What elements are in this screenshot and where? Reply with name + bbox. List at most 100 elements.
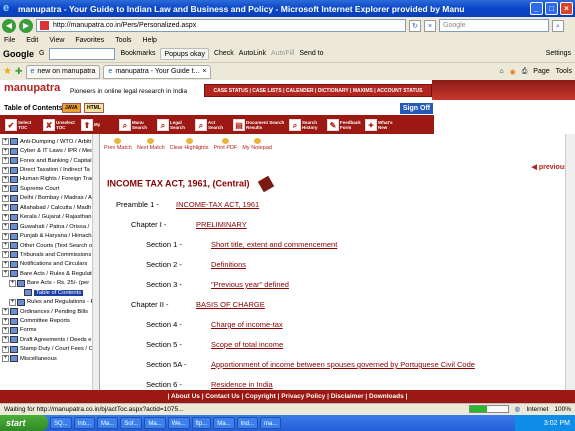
tab-close-icon[interactable]: ×: [202, 68, 206, 75]
expand-icon[interactable]: +: [2, 345, 9, 353]
site-top-menu[interactable]: CASE STATUS | CASE LISTS | CALENDER | DI…: [204, 84, 432, 97]
site-logo[interactable]: manupatra: [4, 82, 60, 94]
expand-icon[interactable]: +: [2, 166, 9, 174]
autolink-button[interactable]: AutoLink: [239, 50, 266, 57]
settings-button[interactable]: Settings: [546, 50, 571, 57]
tree-item[interactable]: + Ordinances / Pending Bills: [0, 307, 99, 316]
sendto-button[interactable]: Send to: [299, 50, 323, 57]
taskbar-item[interactable]: Inb...: [73, 417, 96, 429]
taskbar-item[interactable]: SQ...: [50, 417, 72, 429]
expand-icon[interactable]: +: [2, 355, 9, 363]
unselect-toc-button[interactable]: ✘ Unselect TOC: [43, 117, 78, 132]
tab-new-on-manupatra[interactable]: e new on manupatra: [25, 64, 101, 79]
favorites-star-icon[interactable]: ★: [3, 66, 12, 77]
search-icon[interactable]: ⌕: [552, 19, 564, 32]
expand-icon[interactable]: +: [9, 298, 16, 306]
prev-match-button[interactable]: Prev Match: [104, 138, 132, 151]
tab-manupatra-guide[interactable]: e manupatra - Your Guide t... ×: [103, 64, 212, 79]
toc-row-link[interactable]: Definitions: [211, 260, 246, 269]
toc-row-link[interactable]: "Previous year" defined: [211, 280, 289, 289]
tools-menu[interactable]: Tools: [556, 68, 572, 76]
feedback-form-button[interactable]: ✎ Feedback Form: [327, 117, 362, 132]
expand-icon[interactable]: +: [2, 336, 9, 344]
expand-icon[interactable]: +: [2, 326, 9, 334]
expand-icon[interactable]: +: [2, 157, 9, 165]
check-button[interactable]: Check: [214, 50, 234, 57]
toc-row-link[interactable]: INCOME-TAX ACT, 1961: [176, 200, 259, 209]
select-toc-button[interactable]: ✔ Select TOC: [5, 117, 40, 132]
menu-tools[interactable]: Tools: [115, 37, 131, 44]
page-menu[interactable]: Page: [533, 68, 549, 76]
tree-item[interactable]: + Stamp Duty / Court Fees / C: [0, 345, 99, 354]
expand-icon[interactable]: +: [2, 213, 9, 221]
tree-item[interactable]: + Draft Agreements / Deeds e: [0, 335, 99, 344]
add-favorite-icon[interactable]: ✚: [15, 66, 23, 77]
tree-item[interactable]: + Other Courts (Text Search o: [0, 241, 99, 250]
toc-row-link[interactable]: Charge of income-tax: [211, 320, 283, 329]
next-match-button[interactable]: Next Match: [137, 138, 165, 151]
maximize-button[interactable]: □: [545, 2, 558, 15]
refresh-icon[interactable]: ↻: [409, 19, 421, 32]
taskbar-item[interactable]: Ind...: [236, 417, 258, 429]
forward-button[interactable]: ▶: [19, 18, 33, 33]
expand-icon[interactable]: +: [2, 223, 9, 231]
stop-icon[interactable]: ×: [424, 19, 436, 32]
tree-item[interactable]: + Delhi / Bombay / Madras / A: [0, 194, 99, 203]
zoom-level[interactable]: 100%: [554, 406, 571, 413]
tree-item[interactable]: + Guwahati / Patna / Orissa /: [0, 222, 99, 231]
tree-item[interactable]: + Notifications and Circulars: [0, 260, 99, 269]
toc-row-link[interactable]: Short title, extent and commencement: [211, 240, 337, 249]
print-pdf-button[interactable]: Print PDF: [213, 138, 237, 151]
tree-item[interactable]: + Human Rights / Foreign Trad: [0, 175, 99, 184]
taskbar-item[interactable]: ma...: [259, 417, 282, 429]
tree-item[interactable]: + Committee Reports: [0, 316, 99, 325]
whats-new-button[interactable]: ✦ What's New: [365, 117, 400, 132]
url-input[interactable]: http://manupatra.co.in/Pers/Personalized…: [36, 19, 406, 32]
print-icon[interactable]: ⎙: [522, 68, 528, 76]
tree-item[interactable]: + Rules and Regulations - R: [0, 297, 99, 306]
act-search-button[interactable]: ⌕ Act Search: [195, 117, 230, 132]
document-scrollbar[interactable]: [565, 134, 575, 403]
tree-item[interactable]: + Bare Acts / Rules & Regulati: [0, 269, 99, 278]
expand-icon[interactable]: +: [2, 194, 9, 202]
google-go-button[interactable]: G: [39, 50, 44, 57]
document-search-results-button[interactable]: ▤ Document Search Results: [233, 117, 286, 132]
minimize-button[interactable]: _: [530, 2, 543, 15]
my-notepad-button[interactable]: My Notepad: [242, 138, 272, 151]
expand-icon[interactable]: +: [2, 308, 9, 316]
bookmarks-button[interactable]: Bookmarks: [120, 50, 155, 57]
java-button[interactable]: JAVA: [62, 103, 81, 113]
toc-row-link[interactable]: Scope of total income: [211, 340, 283, 349]
tree-item[interactable]: + Supreme Court: [0, 184, 99, 193]
taskbar-item[interactable]: We...: [167, 417, 190, 429]
toc-row-link[interactable]: Residence in India: [211, 380, 273, 389]
clear-highlights-button[interactable]: Clear Highlights: [170, 138, 208, 151]
taskbar-item[interactable]: Sof...: [120, 417, 143, 429]
menu-edit[interactable]: Edit: [26, 37, 38, 44]
tree-item[interactable]: + Cyber & IT Laws / IPR / Medi: [0, 146, 99, 155]
tree-item[interactable]: + Bare Acts - Rs. 25/- (per: [0, 279, 99, 288]
search-history-button[interactable]: ⌕ Search History: [289, 117, 324, 132]
toc-row-link[interactable]: BASIS OF CHARGE: [196, 300, 265, 309]
start-button[interactable]: start: [0, 415, 48, 431]
legal-search-button[interactable]: ⌕ Legal Search: [157, 117, 192, 132]
menu-file[interactable]: File: [4, 37, 15, 44]
close-button[interactable]: ×: [560, 2, 573, 15]
search-input[interactable]: Google: [439, 19, 549, 32]
popups-button[interactable]: Popups okay: [160, 47, 209, 60]
tree-item[interactable]: + Forex and Banking / Capital: [0, 156, 99, 165]
tree-item[interactable]: + Tribunals and Commissions: [0, 250, 99, 259]
taskbar-item[interactable]: Ma...: [97, 417, 119, 429]
feeds-icon[interactable]: ◉: [510, 68, 516, 76]
tree-item[interactable]: + Forms: [0, 326, 99, 335]
menu-view[interactable]: View: [49, 37, 64, 44]
expand-icon[interactable]: +: [2, 270, 9, 278]
tree-item[interactable]: + Allahabad / Calcutta / Madh: [0, 203, 99, 212]
expand-icon[interactable]: +: [2, 138, 9, 146]
expand-icon[interactable]: +: [2, 147, 9, 155]
toc-row-link[interactable]: Apportionment of income between spouses …: [211, 360, 475, 369]
taskbar-item[interactable]: Ma...: [144, 417, 166, 429]
expand-icon[interactable]: +: [2, 185, 9, 193]
site-footer[interactable]: | About Us | Contact Us | Copyright | Pr…: [0, 390, 575, 403]
html-button[interactable]: HTML: [84, 103, 104, 113]
